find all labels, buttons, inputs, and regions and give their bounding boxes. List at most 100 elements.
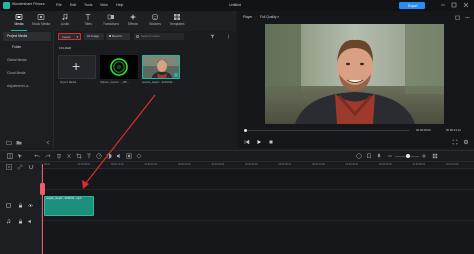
lock-icon[interactable] (18, 203, 23, 208)
lock-icon[interactable] (18, 219, 23, 224)
playhead[interactable] (42, 164, 43, 254)
transitions-icon (107, 13, 115, 21)
stop-icon[interactable] (268, 139, 274, 145)
media-thumbnail-sphere[interactable] (100, 55, 138, 79)
layout-icon[interactable] (7, 153, 13, 159)
media-item-name: people_laughi...3240011... (142, 80, 175, 84)
close-icon[interactable] (463, 2, 469, 8)
stickers-icon (151, 13, 159, 21)
sidebar-item-label: Global Media (7, 58, 27, 62)
magnet-icon[interactable] (28, 164, 34, 170)
menu-view[interactable]: View (100, 3, 108, 7)
zoom-in-icon[interactable] (421, 153, 427, 159)
render-icon[interactable] (356, 153, 362, 159)
tab-media[interactable]: Media (8, 12, 30, 30)
search-input[interactable]: Search media (134, 33, 184, 40)
zoom-out-icon[interactable] (387, 153, 393, 159)
link-icon[interactable] (17, 164, 23, 170)
track-headers (0, 162, 42, 254)
app-title: Wondershare Filmora (12, 2, 45, 6)
microphone-icon[interactable] (376, 153, 382, 159)
redo-icon[interactable] (45, 153, 51, 159)
ruler-tick-label: 00:00:20:00 (178, 163, 191, 166)
ruler-tick-label: 00:00:05:00 (77, 163, 91, 166)
new-folder-icon[interactable] (6, 140, 12, 145)
maximize-icon[interactable] (451, 2, 457, 8)
ruler-tick-label: 00:00:25:00 (211, 163, 225, 166)
player-progress-fill (244, 129, 247, 132)
export-button[interactable]: Export (399, 2, 425, 9)
media-thumbnail-man[interactable] (142, 55, 180, 79)
tab-stock-media[interactable]: Stock Media (30, 12, 52, 30)
filter-icon[interactable] (210, 34, 215, 39)
tab-audio[interactable]: Audio (54, 12, 76, 30)
marker-icon[interactable] (366, 153, 372, 159)
previous-frame-icon[interactable] (244, 139, 250, 145)
search-icon (136, 35, 139, 38)
tab-transitions[interactable]: Transitions (100, 12, 122, 30)
import-button[interactable]: Import ▾ (58, 33, 81, 40)
timeline-ruler[interactable] (42, 162, 474, 169)
quality-select[interactable]: Full Quality ▾ (260, 15, 279, 19)
player-progress-track[interactable] (244, 130, 409, 131)
folder-heading: FOLDER (59, 46, 72, 50)
delete-icon[interactable] (56, 153, 62, 159)
grid-view-icon[interactable] (432, 153, 438, 159)
text-icon (84, 13, 92, 21)
audio-track-icon (6, 219, 11, 224)
tab-stickers[interactable]: Stickers (144, 12, 166, 30)
speed-icon[interactable] (96, 153, 102, 159)
media-item-name: Sphere_Gumm..._Wh... (100, 80, 130, 84)
crop-icon[interactable] (76, 153, 82, 159)
undo-icon[interactable] (34, 153, 40, 159)
more-options-icon[interactable] (226, 34, 231, 39)
minimize-icon[interactable] (440, 2, 446, 8)
volume-icon[interactable] (28, 219, 33, 224)
tab-effects[interactable]: Effects (122, 12, 144, 30)
play-icon[interactable] (256, 139, 262, 145)
ai-image-button[interactable]: AI Image (84, 33, 104, 40)
tab-templates[interactable]: Templates (166, 12, 188, 30)
playhead-handle[interactable] (40, 183, 45, 195)
audio-adjust-icon[interactable] (116, 153, 122, 159)
sidebar-item-adjustment-layer[interactable]: Adjustment La... (3, 82, 51, 91)
zoom-slider-handle[interactable] (406, 154, 410, 158)
menu-edit[interactable]: Edit (70, 3, 76, 7)
record-icon (109, 35, 111, 38)
collapse-sidebar-icon[interactable] (45, 140, 51, 145)
select-tool-icon[interactable] (17, 153, 23, 159)
sidebar-item-label: Cloud Media (7, 71, 26, 75)
player-label: Player (243, 15, 253, 19)
menu-tools[interactable]: Tools (84, 3, 92, 7)
settings-icon[interactable] (463, 139, 469, 145)
menu-file[interactable]: File (56, 3, 62, 7)
color-icon[interactable] (106, 153, 112, 159)
import-media-tile[interactable]: + (58, 55, 96, 79)
text-tool-icon[interactable] (86, 153, 92, 159)
more-options-icon[interactable] (465, 15, 470, 20)
sidebar-item-project-media[interactable]: Project Media (3, 32, 51, 41)
track-row-divider (42, 189, 474, 190)
tab-effects-label: Effects (127, 22, 139, 26)
project-title: Untitled (229, 3, 242, 7)
fullscreen-icon[interactable] (452, 139, 458, 145)
sidebar-folder-label: Folder (12, 45, 22, 49)
menu-help[interactable]: Help (116, 3, 123, 7)
snapshot-icon[interactable] (455, 15, 460, 20)
effects-icon (129, 13, 137, 21)
tab-titles[interactable]: Titles (77, 12, 99, 30)
sidebar-item-global-media[interactable]: Global Media (3, 56, 51, 65)
time-total: 00:00:13:12 (446, 128, 461, 132)
keyframe-icon[interactable] (136, 153, 142, 159)
add-track-icon[interactable] (6, 164, 12, 170)
record-button[interactable]: Record (106, 33, 130, 40)
eye-icon[interactable] (28, 203, 33, 208)
split-icon[interactable] (66, 153, 72, 159)
folder-icon[interactable] (16, 140, 22, 145)
chevron-down-icon: ▾ (277, 15, 279, 19)
sidebar-item-cloud-media[interactable]: Cloud Media (3, 69, 51, 78)
media-library (55, 31, 236, 148)
time-current: 00:00:00:00 (416, 128, 431, 132)
mask-icon[interactable] (126, 153, 132, 159)
media-icon (15, 13, 23, 21)
